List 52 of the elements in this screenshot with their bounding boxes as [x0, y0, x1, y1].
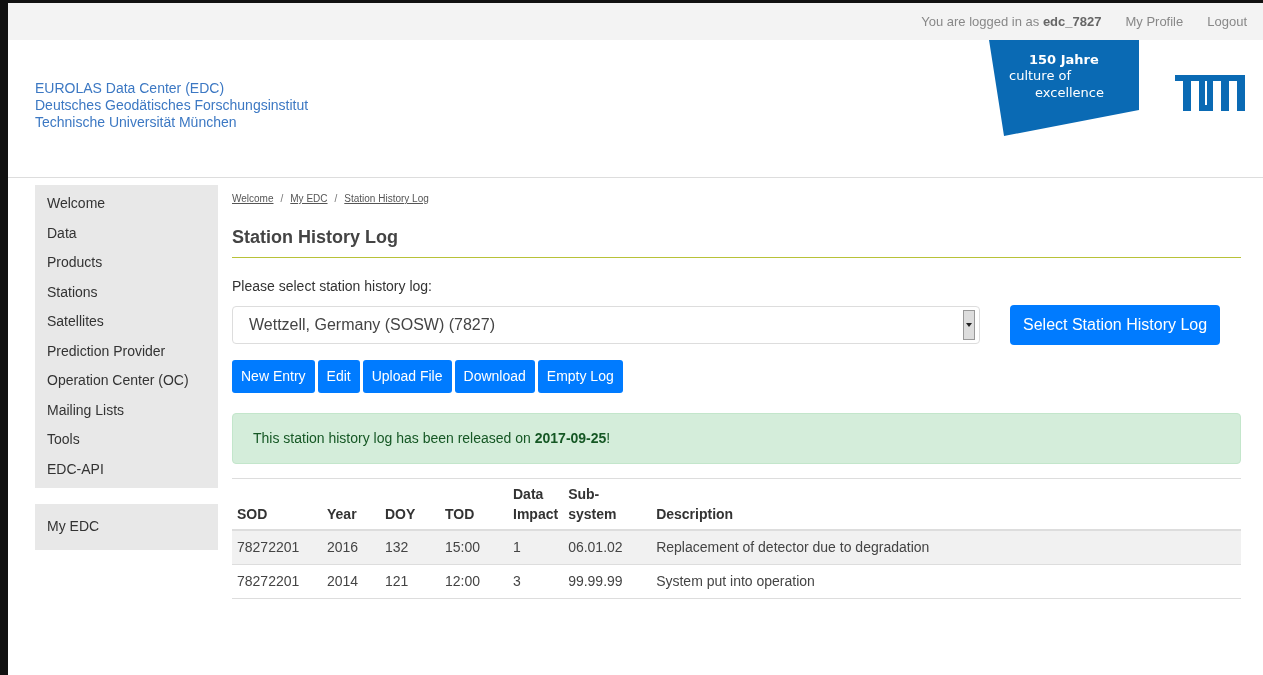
- column-header: SOD: [237, 505, 268, 524]
- field-label: Please select station history log:: [232, 277, 433, 296]
- sidebar-item[interactable]: Products: [35, 248, 218, 278]
- page-title: Station History Log: [232, 224, 1241, 258]
- column-header: Year: [327, 505, 357, 524]
- breadcrumb-link[interactable]: My EDC: [290, 191, 328, 206]
- login-status: You are logged in as edc_7827: [921, 12, 1102, 31]
- table-cell: 1: [508, 530, 564, 565]
- column-header: Sub- system: [568, 485, 617, 524]
- select-button[interactable]: Select Station History Log: [1010, 305, 1221, 345]
- sidebar-item[interactable]: Welcome: [35, 189, 218, 219]
- action-button[interactable]: Edit: [317, 360, 360, 393]
- breadcrumb-link[interactable]: Station History Log: [344, 191, 429, 206]
- sidebar-item[interactable]: Prediction Provider: [35, 336, 218, 366]
- anniversary-badge: 150 Jahre culture of excellence: [989, 40, 1141, 136]
- sidebar-item[interactable]: Tools: [35, 425, 218, 455]
- breadcrumb-separator: /: [280, 192, 284, 206]
- action-button[interactable]: Empty Log: [537, 360, 623, 393]
- action-button[interactable]: Upload File: [362, 360, 452, 393]
- header-text: EUROLAS Data Center (EDC): [35, 80, 226, 97]
- column-header: DOY: [385, 505, 416, 524]
- table-cell: 15:00: [440, 530, 508, 565]
- table-cell: 2016: [322, 530, 380, 565]
- release-alert: This station history log has been released on 2017-09-25!: [232, 413, 1241, 464]
- sidebar-item[interactable]: Operation Center (OC): [35, 366, 218, 396]
- table-cell: 78272201: [232, 530, 322, 565]
- table-cell: 3: [508, 564, 564, 599]
- action-button[interactable]: New Entry: [232, 360, 315, 393]
- breadcrumb-link[interactable]: Welcome: [232, 191, 274, 206]
- sidebar-item[interactable]: Mailing Lists: [35, 395, 218, 425]
- column-header: Data Impact: [513, 485, 559, 524]
- sidebar-item[interactable]: Stations: [35, 277, 218, 307]
- table-cell: 06.01.02: [563, 530, 652, 565]
- header-text: Technische Universität München: [35, 114, 238, 131]
- column-header: Description: [656, 505, 734, 524]
- table-cell: 99.99.99: [563, 564, 652, 599]
- table-cell: 78272201: [232, 564, 322, 599]
- university-logo-icon: [1175, 75, 1245, 111]
- action-button[interactable]: Download: [454, 360, 535, 393]
- station-select[interactable]: Wettzell, Germany (SOSW) (7827): [232, 306, 980, 344]
- header-text: Deutsches Geodätisches Forschungsinstitut: [35, 97, 309, 114]
- column-header: TOD: [445, 505, 475, 524]
- table-cell: 12:00: [440, 564, 508, 599]
- sidebar-item[interactable]: Data: [35, 218, 218, 248]
- table-cell: 132: [380, 530, 440, 565]
- breadcrumb-separator: /: [334, 192, 338, 206]
- sidebar-item[interactable]: Satellites: [35, 307, 218, 337]
- table-cell: Replacement of detector due to degradation: [651, 530, 1241, 565]
- table-cell: 2014: [322, 564, 380, 599]
- table-cell: 121: [380, 564, 440, 599]
- table-cell: System put into operation: [651, 564, 1241, 599]
- sidebar-item[interactable]: EDC-API: [35, 454, 218, 484]
